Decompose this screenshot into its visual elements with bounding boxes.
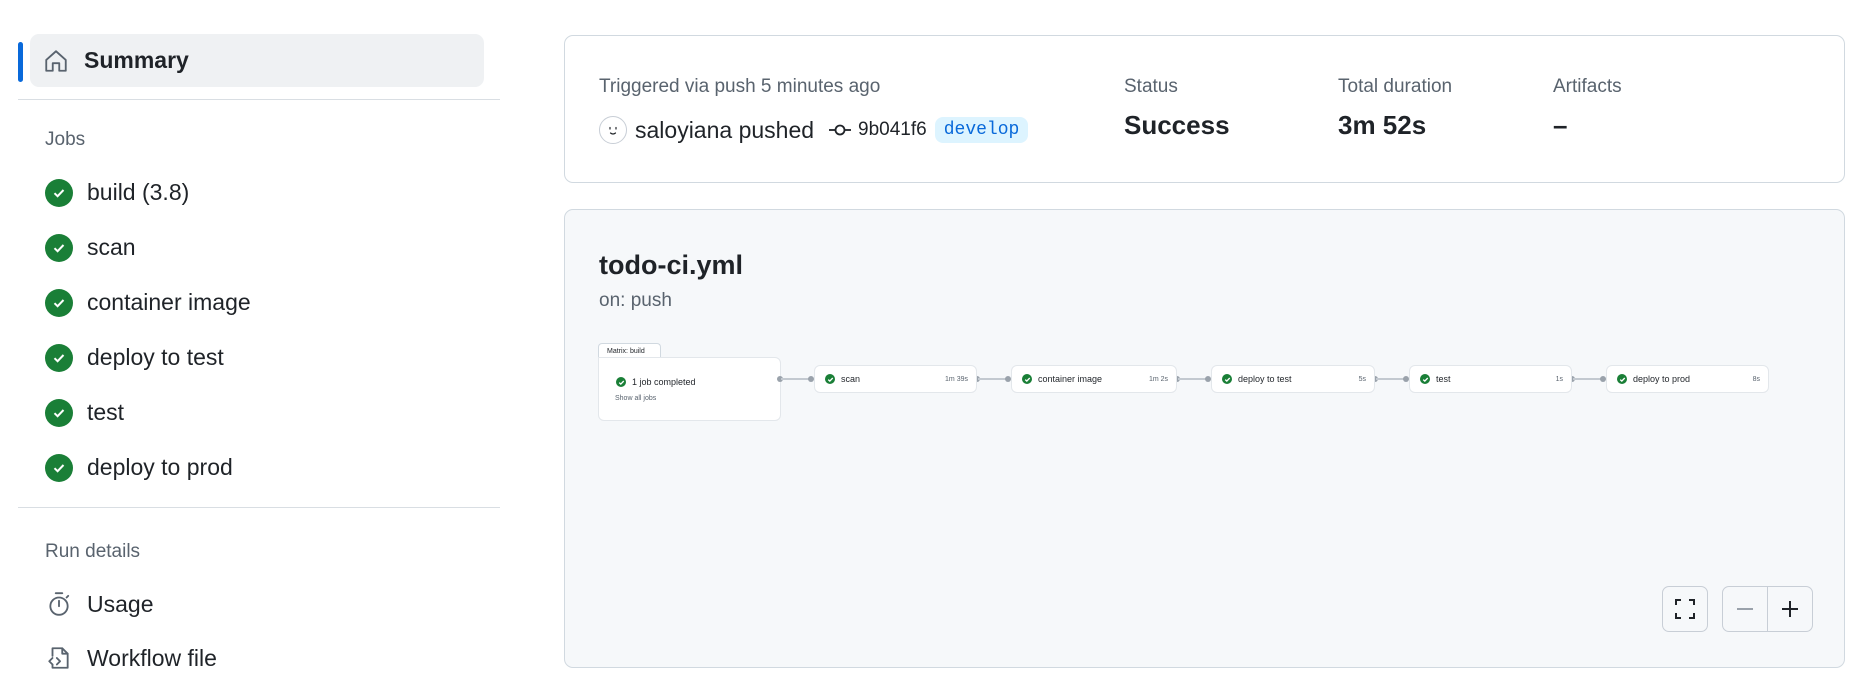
artifacts-value: – xyxy=(1553,110,1568,140)
actor-text[interactable]: saloyiana pushed xyxy=(635,117,814,144)
check-circle-icon xyxy=(45,233,73,262)
job-label: container image xyxy=(87,289,251,315)
workflow-graph: todo-ci.yml on: push Matrix: build 1 job… xyxy=(564,209,1845,668)
check-circle-icon xyxy=(1222,374,1232,384)
status-value: Success xyxy=(1124,110,1230,140)
matrix-status: 1 job completed xyxy=(632,377,696,387)
check-circle-icon xyxy=(45,453,73,482)
sidebar-item-summary[interactable]: Summary xyxy=(18,34,484,87)
sidebar-item-usage[interactable]: Usage xyxy=(45,577,500,631)
matrix-build-node[interactable]: 1 job completed Show all jobs xyxy=(598,357,781,421)
job-label: test xyxy=(87,399,125,425)
check-circle-icon xyxy=(45,178,73,207)
home-icon xyxy=(42,47,70,75)
file-code-icon xyxy=(45,644,73,672)
duration-value: 3m 52s xyxy=(1338,110,1427,140)
active-indicator xyxy=(18,42,23,82)
graph-node-scan[interactable]: scan 1m 39s xyxy=(814,365,977,393)
job-label: deploy to prod xyxy=(87,454,233,480)
node-duration: 8s xyxy=(1752,375,1760,383)
zoom-out-button[interactable] xyxy=(1722,586,1768,632)
node-label: container image xyxy=(1038,374,1103,384)
artifacts-label: Artifacts xyxy=(1553,76,1622,97)
sidebar-item-label: Summary xyxy=(84,47,189,73)
connector-line xyxy=(781,378,811,380)
node-duration: 1m 39s xyxy=(945,375,968,383)
check-circle-icon xyxy=(45,288,73,317)
sidebar-job-container-image[interactable]: container image xyxy=(45,275,500,330)
run-summary-card: Triggered via push 5 minutes ago saloyia… xyxy=(564,35,1845,183)
run-details-heading: Run details xyxy=(45,541,141,562)
node-label: scan xyxy=(841,374,861,384)
sidebar-item-label: Workflow file xyxy=(87,644,217,671)
check-circle-icon xyxy=(1420,374,1430,384)
check-circle-icon xyxy=(825,374,835,384)
fullscreen-button[interactable] xyxy=(1662,586,1708,632)
artifacts-stat: Artifacts – xyxy=(1553,76,1622,141)
connector-line xyxy=(978,378,1008,380)
check-circle-icon xyxy=(1022,374,1032,384)
sidebar-job-build[interactable]: build (3.8) xyxy=(45,165,500,220)
sidebar-item-label: Usage xyxy=(87,590,154,617)
node-duration: 1m 2s xyxy=(1148,375,1168,383)
sidebar: Summary Jobs build (3.8) scan container … xyxy=(18,34,500,685)
graph-node-deploy-to-prod[interactable]: deploy to prod 8s xyxy=(1606,365,1769,393)
job-label: deploy to test xyxy=(87,344,224,370)
connector-line xyxy=(1573,378,1603,380)
node-duration: 1s xyxy=(1555,375,1563,383)
job-label: scan xyxy=(87,234,136,260)
check-circle-icon xyxy=(45,343,73,372)
sidebar-job-scan[interactable]: scan xyxy=(45,220,500,275)
duration-stat: Total duration 3m 52s xyxy=(1338,76,1452,141)
avatar[interactable] xyxy=(599,116,627,144)
connector-line xyxy=(1376,378,1406,380)
graph-node-deploy-to-test[interactable]: deploy to test 5s xyxy=(1211,365,1375,393)
check-circle-icon xyxy=(45,398,73,427)
workflow-trigger: on: push xyxy=(599,290,672,311)
status-label: Status xyxy=(1124,76,1178,97)
graph-node-container-image[interactable]: container image 1m 2s xyxy=(1011,365,1177,393)
node-label: deploy to prod xyxy=(1633,374,1691,384)
zoom-in-button[interactable] xyxy=(1767,586,1813,632)
sidebar-job-deploy-to-prod[interactable]: deploy to prod xyxy=(45,440,500,495)
show-all-jobs-link[interactable]: Show all jobs xyxy=(615,395,656,402)
minus-icon xyxy=(1737,608,1753,610)
actor-row: saloyiana pushed 9b041f6 develop xyxy=(599,114,1029,146)
check-circle-icon xyxy=(1617,374,1627,384)
stopwatch-icon xyxy=(45,590,73,618)
jobs-heading: Jobs xyxy=(45,129,86,150)
duration-label: Total duration xyxy=(1338,76,1453,97)
workflow-name: todo-ci.yml xyxy=(599,250,744,280)
node-label: deploy to test xyxy=(1238,374,1292,384)
divider xyxy=(18,99,500,100)
node-label: test xyxy=(1436,374,1451,384)
sidebar-job-deploy-to-test[interactable]: deploy to test xyxy=(45,330,500,385)
sidebar-job-test[interactable]: test xyxy=(45,385,500,440)
job-list: build (3.8) scan container image deploy … xyxy=(18,165,500,495)
git-commit-icon xyxy=(828,122,852,138)
graph-node-test[interactable]: test 1s xyxy=(1409,365,1572,393)
connector-line xyxy=(1178,378,1208,380)
plus-icon xyxy=(1782,601,1798,617)
node-duration: 5s xyxy=(1358,375,1366,383)
divider xyxy=(18,507,500,508)
sidebar-item-workflow-file[interactable]: Workflow file xyxy=(45,631,500,685)
check-circle-icon xyxy=(616,377,626,387)
matrix-status-row: 1 job completed xyxy=(616,377,696,387)
fullscreen-icon xyxy=(1675,599,1695,619)
job-label: build (3.8) xyxy=(87,179,190,205)
status-stat: Status Success xyxy=(1124,76,1230,141)
trigger-text: Triggered via push 5 minutes ago xyxy=(599,76,881,97)
commit-sha-link[interactable]: 9b041f6 xyxy=(858,119,927,141)
branch-badge[interactable]: develop xyxy=(934,117,1029,143)
